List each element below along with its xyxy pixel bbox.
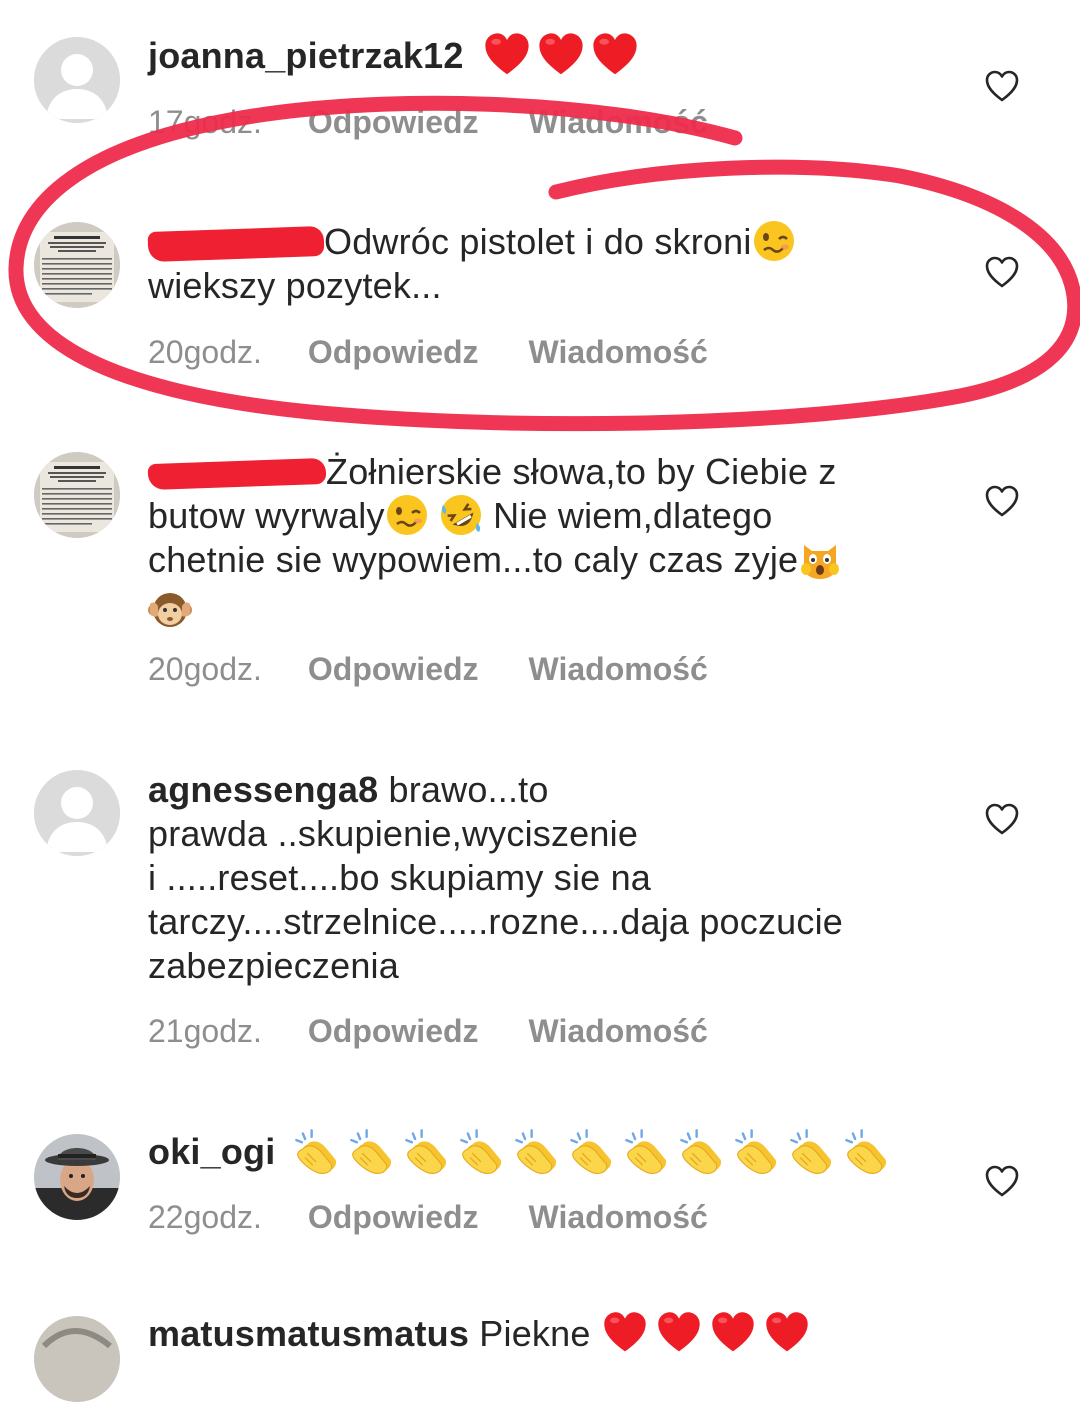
avatar[interactable] [34,37,120,123]
clapping-hands-icon [347,1127,395,1175]
avatar[interactable] [34,222,120,308]
woozy-face-icon [385,493,429,537]
red-heart-icon [482,31,532,79]
clapping-hands-icon [402,1127,450,1175]
reply-button[interactable]: Odpowiedz [308,651,479,688]
book-page-avatar-icon [34,222,120,308]
clapping-hands-icon [622,1127,670,1175]
clapping-hands-icon [292,1127,340,1175]
comment-text: oki_ogi [148,1130,928,1175]
comment-body: Odwróc pistolet i do skroni [324,221,752,262]
comment-body-line: chetnie sie wypowiem...to caly czas zyje [148,539,799,580]
weary-cat-face-icon [798,537,842,581]
redacted-username [147,458,327,491]
comment-meta: 20godz. Odpowiedz Wiadomość [148,651,708,688]
message-button[interactable]: Wiadomość [529,651,708,688]
reply-button[interactable]: Odpowiedz [308,1013,479,1050]
woozy-face-icon [752,219,796,263]
comment-body-line: tarczy....strzelnice.....rozne....daja p… [148,901,844,942]
comment-meta: 22godz. Odpowiedz Wiadomość [148,1199,708,1236]
reply-button[interactable]: Odpowiedz [308,334,479,371]
reply-button[interactable]: Odpowiedz [308,104,479,141]
heart-emoji-group [482,35,640,76]
comment-meta: 21godz. Odpowiedz Wiadomość [148,1013,708,1050]
comment-text: agnessenga8 brawo...to prawda ..skupieni… [148,768,928,988]
comment-body-line: Nie wiem,dlatego [493,495,773,536]
comment-body: Piekne [479,1313,591,1354]
man-with-hat-avatar-icon [34,1134,120,1220]
red-heart-icon [536,31,586,79]
redacted-username [147,226,325,263]
avatar[interactable] [34,452,120,538]
like-heart-icon[interactable] [984,802,1020,836]
avatar[interactable] [34,770,120,856]
comment-body-line: zabezpieczenia [148,945,399,986]
clapping-hands-icon [787,1127,835,1175]
comment-time: 20godz. [148,334,262,370]
like-heart-icon[interactable] [984,69,1020,103]
comment-time: 22godz. [148,1199,262,1235]
message-button[interactable]: Wiadomość [529,1199,708,1236]
clapping-hands-icon [512,1127,560,1175]
clapping-hands-icon [677,1127,725,1175]
like-heart-icon[interactable] [984,255,1020,289]
clapping-hands-icon [457,1127,505,1175]
comment-text: Odwróc pistolet i do skroni wiekszy pozy… [147,219,928,308]
comment-body-line: butow wyrwaly [148,495,385,536]
comment-body-line: prawda ..skupienie,wyciszenie [148,813,639,854]
comment-body: Żołnierskie słowa,to by Ciebie z [326,451,837,492]
rolling-on-floor-laughing-icon [439,493,483,537]
book-page-avatar-icon [34,452,120,538]
reply-button[interactable]: Odpowiedz [308,1199,479,1236]
comment-time: 17godz. [148,104,262,140]
comment-username[interactable]: joanna_pietrzak12 [148,35,464,76]
like-heart-icon[interactable] [984,1164,1020,1198]
comment-username[interactable]: agnessenga8 [148,769,378,810]
message-button[interactable]: Wiadomość [529,104,708,141]
comment-text: joanna_pietrzak12 [148,34,928,79]
avatar[interactable] [34,1134,120,1220]
hear-no-evil-monkey-icon [148,588,192,632]
like-heart-icon[interactable] [984,484,1020,518]
heart-emoji-group [601,1313,811,1354]
message-button[interactable]: Wiadomość [529,1013,708,1050]
clapping-hands-icon [732,1127,780,1175]
message-button[interactable]: Wiadomość [529,334,708,371]
default-avatar-icon [34,770,120,856]
clapping-hands-icon [842,1127,890,1175]
comment-body: brawo...to [388,769,549,810]
clapping-hands-group [286,1131,890,1172]
comment-meta: 17godz. Odpowiedz Wiadomość [148,104,708,141]
avatar[interactable] [34,1316,120,1402]
clapping-hands-icon [567,1127,615,1175]
comment-body-line: wiekszy pozytek... [148,265,442,306]
comment-text: Żołnierskie słowa,to by Ciebie z butow w… [147,450,928,632]
default-avatar-icon [34,37,120,123]
comment-username[interactable]: oki_ogi [148,1131,275,1172]
comment-time: 20godz. [148,651,262,687]
red-heart-icon [590,31,640,79]
comment-body-line: i .....reset....bo skupiamy sie na [148,857,652,898]
photo-avatar-icon [34,1316,120,1402]
comment-time: 21godz. [148,1013,262,1049]
comment-meta: 20godz. Odpowiedz Wiadomość [148,334,708,371]
comment-username[interactable]: matusmatusmatus [148,1313,469,1354]
